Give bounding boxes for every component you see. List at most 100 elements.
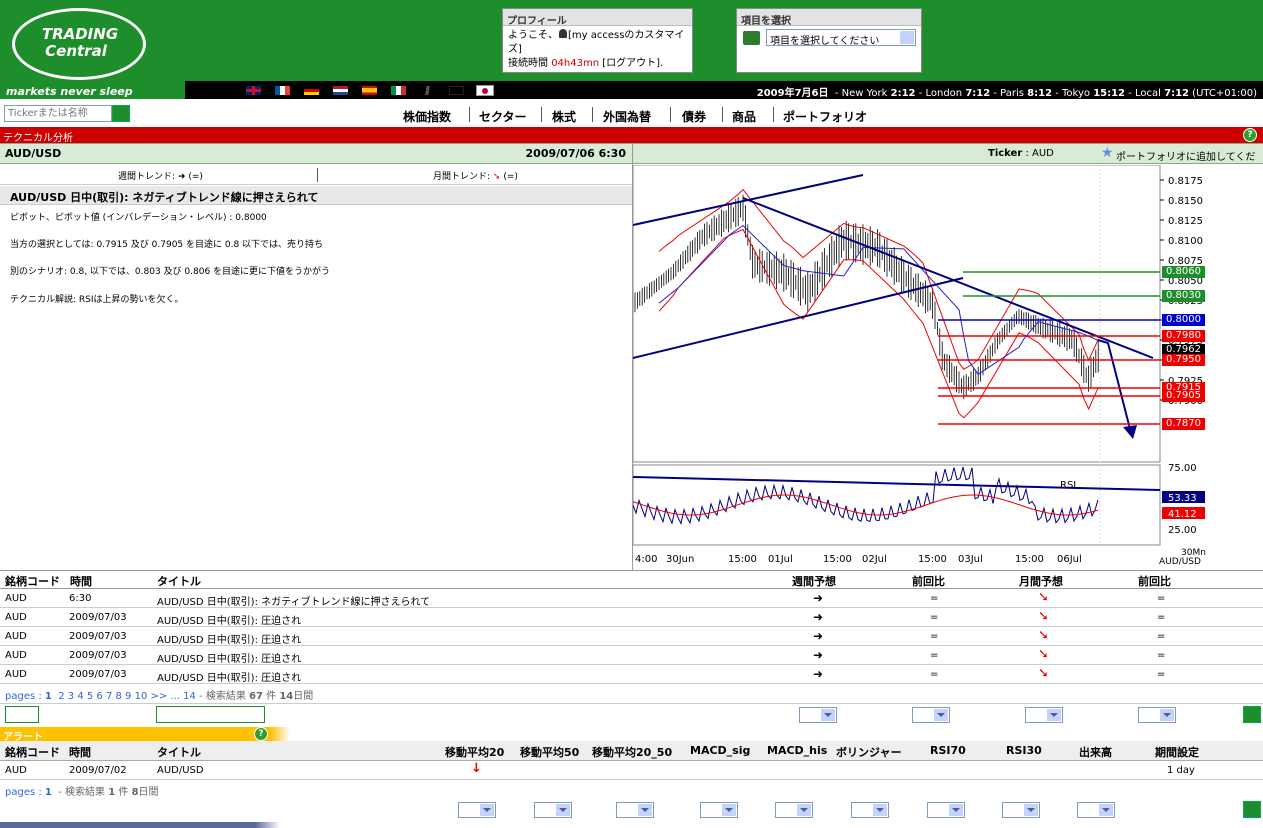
alert-column-header: RSI30 [1006,744,1042,757]
chart-symbol-label: AUD/USD [1159,557,1201,567]
alert-column-header: MACD_sig [690,744,751,757]
table-row[interactable]: AUD 2009/07/03 AUD/USD 日中(取引): 圧迫され ➜ = ➘ = [0,646,1263,665]
pivot-text: ピボット、ピボット値 (インバレデーション・レベル) : 0.8000 [10,213,267,223]
arrow-down-right-icon: ➘ [1038,609,1049,624]
nav-indices[interactable]: 株価指数 [403,108,451,125]
chevron-down-icon [900,31,914,44]
tagline: markets never sleep [6,85,133,98]
x-tick-label: 15:00 [918,554,947,565]
fr-flag-icon[interactable] [275,86,290,95]
alert-column-header: 移動平均20_50 [592,746,673,759]
es-flag-icon[interactable] [362,86,377,95]
price-level-label: 0.7980 [1162,330,1205,342]
alert-filter-select[interactable] [534,802,572,818]
user-icon [559,29,567,38]
table-row[interactable]: AUD 2009/07/03 AUD/USD 日中(取引): 圧迫され ➜ = ➘ = [0,665,1263,684]
alert-row[interactable]: AUD 2009/07/02 AUD/USD ↓ 1 day [0,761,1263,780]
alert-column-header: 期間設定 [1155,746,1199,759]
x-tick-label: 06Jul [1057,554,1082,565]
nav-bonds[interactable]: 債券 [682,108,706,125]
ticker-label: Ticker [988,148,1023,159]
search-input[interactable] [4,105,112,122]
arrow-right-icon: ➜ [813,648,824,662]
alert-filter-select[interactable] [1002,802,1040,818]
section-title-bar: テクニカル分析 [0,127,1263,144]
price-level-label: 0.7870 [1162,418,1205,430]
profile-title: プロフィール [503,9,692,27]
arrow-down-right-icon: ➘ [1038,666,1049,681]
nav-sector[interactable]: セクター [479,108,527,125]
weekly-filter-select[interactable] [799,707,837,723]
title-filter[interactable] [156,706,265,723]
alert-filter-select[interactable] [616,802,654,818]
alert-filter-select[interactable] [775,802,813,818]
table-row[interactable]: AUD 2009/07/03 AUD/USD 日中(取引): 圧迫され ➜ = ➘ = [0,627,1263,646]
price-level-label: 0.7905 [1162,390,1205,402]
alert-column-header: 移動平均20 [445,746,505,759]
alert-filter-select[interactable] [851,802,889,818]
nav-portfolio[interactable]: ポートフォリオ [783,108,867,125]
alert-column-header: RSI70 [930,744,966,757]
y-tick-label: 0.8175 [1168,176,1203,187]
x-tick-label: 15:00 [823,554,852,565]
conn-time: 04h43mn [551,58,600,69]
monthly-change-select[interactable] [1138,707,1176,723]
x-tick-label: 01Jul [768,554,793,565]
monthly-filter-select[interactable] [1025,707,1063,723]
rsi-value-label: 41.12 [1168,509,1197,520]
filter-go-button[interactable] [1243,706,1261,723]
table1-pagination[interactable]: pages : 1 2 3 4 5 6 7 8 9 10 >> ... 14 -… [5,687,313,702]
alert-column-header: 出来高 [1079,746,1112,759]
flag-icon[interactable] [449,86,464,95]
arrow-down-right-icon: ➘ [1038,590,1049,605]
rsi-plot-area [633,464,1161,546]
y-tick-label: 0.8100 [1168,236,1203,247]
analysis-symbol: AUD/USD [5,147,62,160]
table-row[interactable]: AUD 6:30 AUD/USD 日中(取引): ネガティブトレンド線に押さえられて… [0,589,1263,608]
alt-scenario: 別のシナリオ: 0.8, 以下では、0.803 及び 0.806 を目途に更に下… [10,267,331,277]
conn-label: 接続時間 [508,58,548,69]
de-flag-icon[interactable] [304,86,319,95]
search-button[interactable] [112,105,130,122]
alert-filter-select[interactable] [1077,802,1115,818]
arrow-right-icon: ➜ [813,610,824,624]
logo-text: TRADING Central [41,25,119,60]
alert-column-header: タイトル [157,746,201,759]
flag-icon[interactable] [420,86,435,95]
item-select[interactable]: 項目を選択してください [766,29,916,47]
logout-link[interactable]: [ログアウト]. [602,58,663,69]
alert-filter-select[interactable] [700,802,738,818]
uk-flag-icon[interactable] [246,86,261,95]
alert-filter-select[interactable] [927,802,965,818]
price-level-label: 0.7950 [1162,354,1205,366]
x-axis-ticks: 4:00 30Jun 15:00 01Jul 15:00 02Jul 15:00 03Jul 1… [635,548,1206,567]
nl-flag-icon[interactable] [333,86,348,95]
nav-forex[interactable]: 外国為替 [603,108,651,125]
price-chart: 0.81750.81500.81250.81000.80750.80500.80… [633,165,1206,567]
help-icon[interactable]: ? [254,727,268,741]
arrow-down-icon: ↓ [471,761,482,776]
alert-pagination[interactable]: pages : 1 - 検索結果 1 件 8日間 [5,783,159,798]
alert-go-button[interactable] [1243,801,1261,818]
arrow-down-right-icon: ➘ [1038,647,1049,662]
alert-column-header: 時間 [69,746,91,759]
analysis-datetime: 2009/07/06 6:30 [525,147,626,160]
price-level-label: 0.8060 [1162,266,1205,278]
table1-header: 銘柄コード 時間 タイトル 週間予想 前回比 月間予想 前回比 [0,570,1263,589]
jp-flag-icon[interactable] [476,85,494,96]
code-filter[interactable] [5,706,39,723]
table-row[interactable]: AUD 2009/07/03 AUD/USD 日中(取引): 圧迫され ➜ = ➘ = [0,608,1263,627]
book-icon [743,31,760,45]
nav-stocks[interactable]: 株式 [552,108,576,125]
arrow-right-icon: ➜ [813,591,824,605]
trend-row: 週間トレンド: ➜ (=) 月間トレンド: ➘ (=) [0,165,632,185]
it-flag-icon[interactable] [391,86,406,95]
weekly-change-select[interactable] [912,707,950,723]
x-tick-label: 30Jun [666,554,694,565]
nav-commodities[interactable]: 商品 [732,108,756,125]
alert-filter-select[interactable] [458,802,496,818]
help-icon[interactable]: ? [1243,128,1257,142]
rsi-value-label: 53.33 [1168,493,1197,504]
selector-title: 項目を選択 [737,9,921,27]
x-tick-label: 02Jul [862,554,887,565]
